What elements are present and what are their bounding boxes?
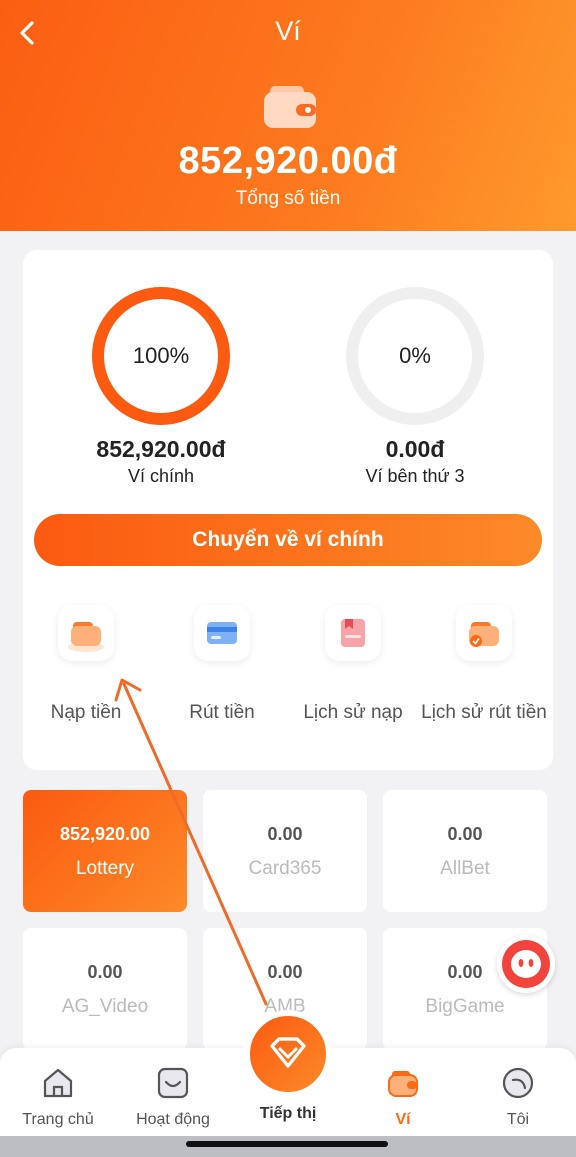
game-wallet-name: BigGame [425, 996, 505, 1017]
activity-icon [157, 1067, 189, 1099]
total-balance-label: Tổng số tiền [235, 188, 341, 209]
third-party-wallet-amount: 0.00đ [385, 436, 445, 462]
nav-home[interactable]: Trang chủ [3, 1066, 113, 1129]
main-wallet-label: Ví chính [127, 466, 195, 486]
nav-wallet-label: Ví [395, 1111, 411, 1128]
game-wallet-amount: 852,920.00 [59, 824, 151, 844]
chat-support-button[interactable] [497, 935, 555, 993]
deposit-history-label: Lịch sử nạp [303, 702, 403, 723]
deposit-button[interactable]: Nạp tiền [20, 605, 152, 726]
page-title: Ví [275, 16, 301, 46]
game-wallet-tile-ag-video[interactable]: 0.00 AG_Video [23, 928, 187, 1050]
third-party-wallet-ring: 0% [344, 285, 486, 427]
game-wallet-tile-lottery[interactable]: 852,920.00 Lottery [23, 790, 187, 912]
third-party-wallet-percent: 0% [399, 343, 431, 368]
game-wallet-name: AllBet [440, 858, 490, 879]
deposit-history-icon [341, 619, 365, 647]
withdraw-history-button[interactable]: Lịch sử rút tiền [418, 605, 550, 726]
wallet-summary-card: 100% 852,920.00đ Ví chính 0% 0.00đ Ví bê… [23, 250, 553, 770]
game-wallet-amount: 0.00 [447, 824, 483, 844]
wallet-icon [388, 1071, 418, 1097]
nav-activity-label: Hoạt động [136, 1111, 210, 1128]
home-icon [43, 1068, 73, 1098]
wallet-header: Ví 852,920.00đ Tổng số tiền [0, 0, 576, 231]
third-party-wallet-label: Ví bên thứ 3 [365, 466, 465, 486]
diamond-icon [270, 1037, 306, 1068]
withdraw-history-label: Lịch sử rút tiền [421, 702, 547, 723]
game-wallet-tile-allbet[interactable]: 0.00 AllBet [383, 790, 547, 912]
game-wallet-name: Card365 [248, 858, 322, 879]
nav-profile[interactable]: Tôi [463, 1066, 573, 1129]
nav-home-label: Trang chủ [22, 1111, 94, 1128]
game-wallet-amount: 0.00 [267, 962, 303, 982]
wallet-icon [264, 86, 316, 128]
deposit-label: Nạp tiền [50, 702, 122, 723]
nav-wallet[interactable]: Ví [348, 1066, 458, 1129]
deposit-wallet-icon [68, 622, 104, 652]
game-wallet-amount: 0.00 [87, 962, 123, 982]
nav-marketing[interactable] [244, 1010, 332, 1098]
withdraw-card-icon [207, 622, 237, 644]
nav-marketing-label: Tiếp thị [259, 1105, 317, 1122]
game-wallet-tile-card365[interactable]: 0.00 Card365 [203, 790, 367, 912]
total-balance: 852,920.00đ [178, 140, 398, 182]
deposit-history-button[interactable]: Lịch sử nạp [287, 605, 419, 726]
main-wallet-percent: 100% [132, 343, 190, 368]
game-wallet-amount: 0.00 [267, 824, 303, 844]
withdraw-button[interactable]: Rút tiền [156, 605, 288, 726]
game-wallet-name: AG_Video [61, 996, 149, 1017]
withdraw-label: Rút tiền [189, 702, 255, 723]
nav-profile-label: Tôi [506, 1111, 530, 1128]
withdraw-history-icon [469, 622, 499, 647]
nav-activity[interactable]: Hoạt động [118, 1066, 228, 1129]
transfer-to-main-wallet-button[interactable]: Chuyển về ví chính [34, 514, 542, 566]
home-indicator[interactable] [186, 1141, 388, 1147]
main-wallet-amount: 852,920.00đ [96, 436, 226, 462]
profile-icon [502, 1067, 534, 1099]
game-wallet-name: Lottery [75, 858, 135, 879]
chat-bubble-icon [502, 940, 550, 988]
main-wallet-ring: 100% [90, 285, 232, 427]
